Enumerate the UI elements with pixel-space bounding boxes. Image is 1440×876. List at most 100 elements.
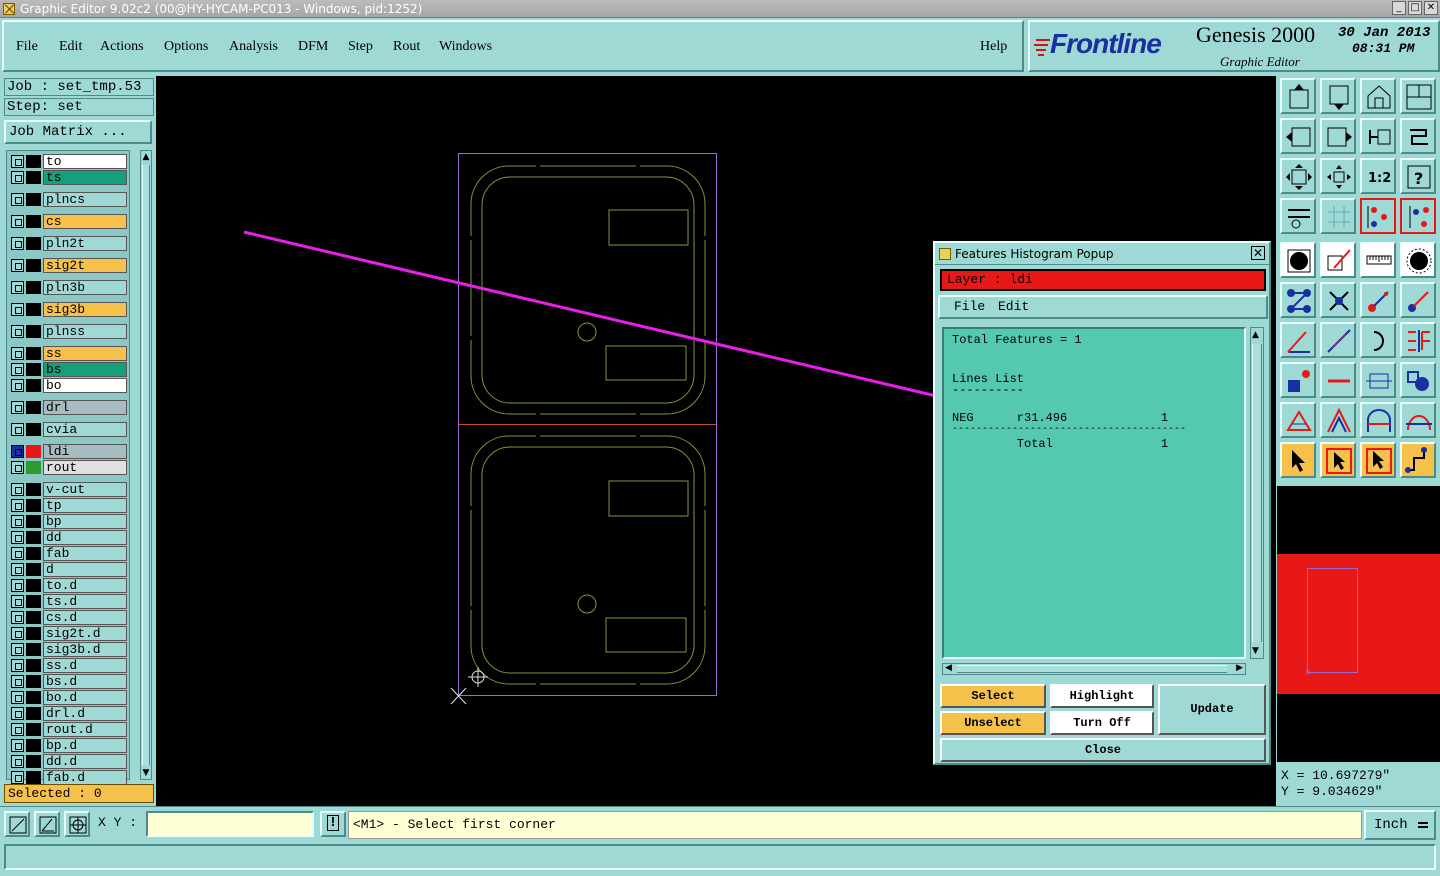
layer-affected-checkbox[interactable] — [11, 423, 24, 436]
layer-affected-checkbox[interactable] — [11, 739, 24, 752]
select-net-tool-button[interactable] — [1360, 442, 1396, 478]
center-tool-button[interactable] — [1320, 282, 1356, 318]
layer-row[interactable]: dd — [9, 530, 129, 545]
layer-name[interactable]: dd — [43, 530, 127, 545]
scroll-down-icon[interactable]: ▼ — [1252, 646, 1259, 656]
layer-affected-checkbox[interactable] — [11, 563, 24, 576]
layer-color-swatch[interactable] — [26, 659, 41, 672]
layer-name[interactable]: sig3b — [43, 302, 127, 317]
layer-name[interactable]: fab — [43, 546, 127, 561]
menu-edit[interactable]: Edit — [59, 39, 82, 55]
layer-affected-checkbox[interactable] — [11, 303, 24, 316]
layer-color-swatch[interactable] — [26, 531, 41, 544]
layer-color-swatch[interactable] — [26, 627, 41, 640]
layer-row[interactable]: plncs — [9, 192, 129, 207]
menu-analysis[interactable]: Analysis — [229, 39, 278, 55]
menu-dfm[interactable]: DFM — [298, 39, 328, 55]
scroll-down-icon[interactable]: ▼ — [142, 769, 150, 778]
layer-row[interactable]: sig3b — [9, 302, 129, 317]
layer-row[interactable]: tp — [9, 498, 129, 513]
layer-row[interactable]: bs.d — [9, 674, 129, 689]
layer-name[interactable]: ts — [43, 170, 127, 185]
layer-name[interactable]: bp — [43, 514, 127, 529]
angle-tool-button[interactable] — [1280, 322, 1316, 358]
pan-up-tool-button[interactable] — [1280, 78, 1316, 114]
layer-affected-checkbox[interactable] — [11, 461, 24, 474]
layer-affected-checkbox[interactable] — [11, 771, 24, 784]
settings-tool-button[interactable] — [1280, 198, 1316, 234]
layer-row[interactable]: fab — [9, 546, 129, 561]
layer-name[interactable]: bs — [43, 362, 127, 377]
draw-mode-tool-button[interactable] — [1320, 242, 1356, 278]
layer-affected-checkbox[interactable] — [11, 723, 24, 736]
layer-affected-checkbox[interactable] — [11, 171, 24, 184]
layer-affected-checkbox[interactable] — [11, 193, 24, 206]
popup-close-icon[interactable]: ✕ — [1251, 246, 1265, 260]
layer-row[interactable]: to.d — [9, 578, 129, 593]
layer-row[interactable]: rout — [9, 460, 129, 475]
pan-left-tool-button[interactable] — [1280, 118, 1316, 154]
triangle-up-tool-button[interactable] — [1280, 402, 1316, 438]
layer-name[interactable]: ts.d — [43, 594, 127, 609]
layer-row[interactable]: v-cut — [9, 482, 129, 497]
layer-color-swatch[interactable] — [26, 401, 41, 414]
layer-row[interactable]: cs — [9, 214, 129, 229]
layer-affected-checkbox[interactable] — [11, 659, 24, 672]
layer-affected-checkbox[interactable] — [11, 707, 24, 720]
layer-color-swatch[interactable] — [26, 563, 41, 576]
layer-name[interactable]: sig2t.d — [43, 626, 127, 641]
scroll-up-icon[interactable]: ▲ — [142, 153, 150, 162]
menu-windows[interactable]: Windows — [439, 39, 492, 55]
scale-1-2-tool-button[interactable]: 1:2 — [1360, 158, 1396, 194]
connect-tool-button[interactable] — [1280, 282, 1316, 318]
move-point-tool-button[interactable] — [1360, 282, 1396, 318]
unselect-button[interactable]: Unselect — [940, 711, 1046, 735]
layer-row[interactable]: ss — [9, 346, 129, 361]
layer-color-swatch[interactable] — [26, 691, 41, 704]
layer-row[interactable]: ldi — [9, 444, 129, 459]
layer-color-swatch[interactable] — [26, 707, 41, 720]
scroll-thumb[interactable] — [142, 165, 150, 765]
layer-name[interactable]: bo.d — [43, 690, 127, 705]
minimize-button[interactable]: _ — [1392, 1, 1406, 15]
layer-row[interactable]: drl.d — [9, 706, 129, 721]
pan-right-tool-button[interactable] — [1320, 118, 1356, 154]
layer-affected-checkbox[interactable] — [11, 691, 24, 704]
layer-row[interactable]: sig3b.d — [9, 642, 129, 657]
layer-affected-checkbox[interactable] — [11, 259, 24, 272]
layer-row[interactable]: sig2t.d — [9, 626, 129, 641]
layer-name[interactable]: drl.d — [43, 706, 127, 721]
layer-row[interactable]: bo — [9, 378, 129, 393]
zoom-back-tool-button[interactable] — [1360, 118, 1396, 154]
layer-name[interactable]: d — [43, 562, 127, 577]
popup-menu-file[interactable]: File — [954, 297, 985, 317]
layer-affected-checkbox[interactable] — [11, 215, 24, 228]
layer-affected-checkbox[interactable] — [11, 155, 24, 168]
select-button[interactable]: Select — [940, 684, 1046, 708]
layer-affected-checkbox[interactable] — [11, 401, 24, 414]
layer-color-swatch[interactable] — [26, 755, 41, 768]
triangle-a-tool-button[interactable] — [1320, 402, 1356, 438]
layer-row[interactable]: d — [9, 562, 129, 577]
histogram-horizontal-scrollbar[interactable]: ◀ ▶ — [942, 663, 1246, 675]
layer-color-swatch[interactable] — [26, 499, 41, 512]
layer-name[interactable]: ss — [43, 346, 127, 361]
ruler-tool-button[interactable] — [1360, 242, 1396, 278]
layer-name[interactable]: ldi — [43, 444, 127, 459]
layer-color-swatch[interactable] — [26, 379, 41, 392]
layer-color-swatch[interactable] — [26, 423, 41, 436]
grid-toggle-tool-button[interactable] — [1320, 198, 1356, 234]
layer-name[interactable]: dd.d — [43, 754, 127, 769]
layer-affected-checkbox[interactable] — [11, 237, 24, 250]
scroll-up-icon[interactable]: ▲ — [1252, 330, 1259, 340]
layer-row[interactable]: bo.d — [9, 690, 129, 705]
snap-tool-2-tool-button[interactable] — [1400, 198, 1436, 234]
zoom-center-tool-button[interactable] — [1320, 158, 1356, 194]
zoom-fit-tool-button[interactable] — [1280, 158, 1316, 194]
pad-tool-button[interactable] — [1280, 362, 1316, 398]
layer-name[interactable]: ss.d — [43, 658, 127, 673]
update-button[interactable]: Update — [1158, 684, 1266, 735]
menu-file[interactable]: File — [16, 39, 38, 55]
layer-name[interactable]: fab.d — [43, 770, 127, 785]
fill-mode-tool-button[interactable] — [1280, 242, 1316, 278]
